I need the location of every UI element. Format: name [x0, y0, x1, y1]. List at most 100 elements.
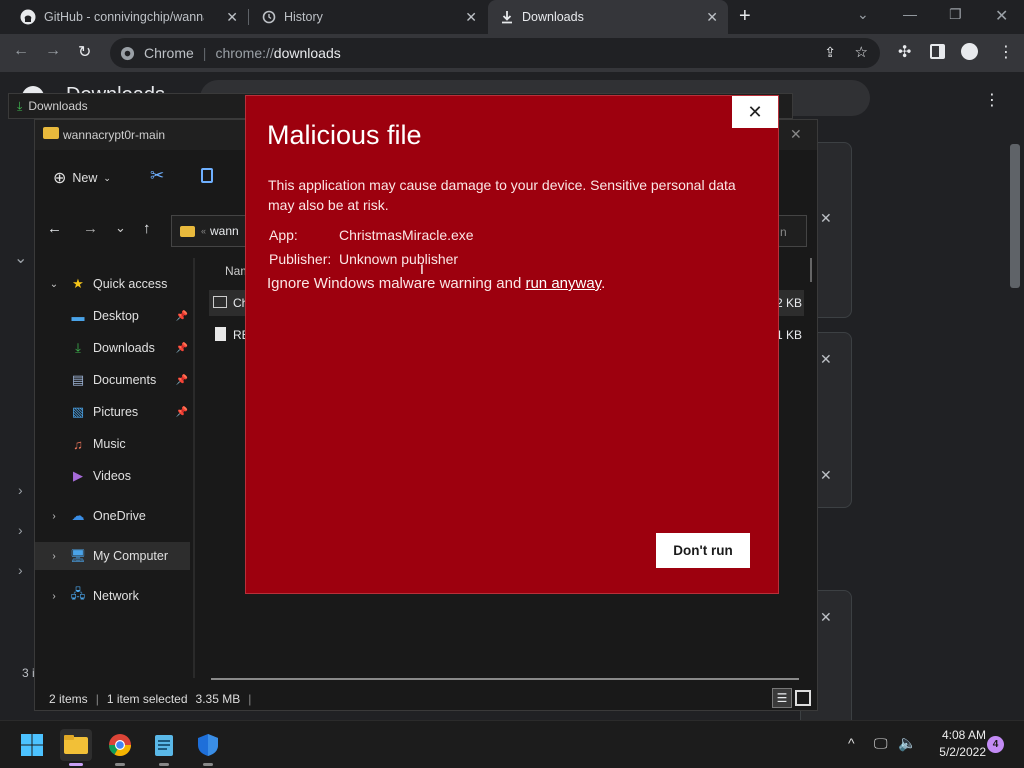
horizontal-scrollbar[interactable] [211, 678, 799, 680]
explorer-search-input[interactable]: n [775, 215, 807, 247]
file-explorer-taskbar-icon[interactable] [60, 729, 92, 766]
bookmark-star-icon[interactable]: ☆ [855, 43, 868, 61]
folder-icon [43, 127, 59, 139]
recent-locations-icon[interactable]: ⌄ [115, 220, 126, 236]
volume-icon[interactable]: 🔈 [898, 734, 917, 752]
menu-kebab-icon[interactable]: ⋮ [998, 42, 1014, 62]
dialog-close-button[interactable]: ✕ [732, 96, 778, 128]
chevron-up-icon[interactable]: ^ [848, 735, 855, 751]
close-tab-icon[interactable]: ✕ [226, 9, 238, 26]
omnibox-url-path: downloads [273, 45, 341, 61]
chevron-right-icon: › [52, 550, 56, 562]
pin-icon[interactable]: 📌 [176, 375, 188, 386]
back-icon[interactable]: ← [13, 42, 29, 60]
reload-icon[interactable]: ↻ [78, 42, 91, 62]
tab-label: Downloads [522, 10, 584, 24]
tab-history[interactable]: History ✕ [250, 0, 487, 34]
forward-icon[interactable]: → [83, 220, 98, 237]
address-bar[interactable]: Chrome | chrome:// downloads ⇪ ☆ [110, 38, 880, 68]
nav-onedrive[interactable]: › ☁ OneDrive [35, 502, 190, 530]
security-shield-taskbar-icon[interactable] [192, 729, 224, 766]
pin-icon[interactable]: 📌 [176, 343, 188, 354]
share-icon[interactable]: ⇪ [824, 44, 836, 61]
cloud-icon: ☁ [71, 508, 85, 523]
dont-run-button[interactable]: Don't run [656, 533, 750, 568]
collapse-icon[interactable]: ⌄ [14, 248, 27, 268]
nav-desktop[interactable]: ▬ Desktop 📌 [35, 302, 190, 330]
downloads-menu-icon[interactable]: ⋮ [984, 90, 1000, 110]
nav-music[interactable]: ♫ Music [35, 430, 190, 458]
tab-label: GitHub - connivingchip/wannacr [44, 10, 204, 24]
chrome-taskbar-icon[interactable] [104, 729, 136, 766]
side-panel-icon[interactable] [930, 44, 945, 59]
download-icon [502, 11, 512, 24]
run-anyway-link[interactable]: run anyway [525, 275, 601, 292]
window-title: wannacrypt0r-main [63, 128, 166, 142]
tab-github[interactable]: GitHub - connivingchip/wannacr ✕ [8, 0, 248, 34]
tab-search-icon[interactable]: ⌄ [857, 6, 869, 23]
up-icon[interactable]: ↑ [143, 220, 151, 237]
new-tab-icon[interactable]: + [739, 5, 751, 28]
close-tab-icon[interactable]: ✕ [465, 9, 477, 26]
remove-download-icon[interactable]: ✕ [820, 351, 832, 368]
status-size: 3.35 MB [195, 692, 241, 706]
remove-download-icon[interactable]: ✕ [820, 609, 832, 626]
picture-icon: ▧ [71, 404, 85, 419]
star-icon: ★ [72, 276, 84, 291]
expand-icon[interactable]: › [18, 482, 23, 498]
extensions-icon[interactable]: ✣ [898, 42, 911, 62]
back-icon[interactable]: ← [47, 220, 62, 237]
nav-label: Videos [93, 469, 131, 483]
pane-splitter[interactable] [193, 258, 195, 678]
network-icon[interactable]: 🖵 [874, 735, 888, 752]
dialog-ignore-line: Ignore Windows malware warning and run a… [267, 275, 605, 292]
minimize-icon[interactable]: — [903, 6, 917, 22]
nav-network[interactable]: › 🖧 Network [35, 582, 190, 610]
vertical-scrollbar[interactable] [810, 258, 812, 282]
forward-icon[interactable]: → [45, 42, 61, 60]
nav-my-computer[interactable]: › 🖥 My Computer [35, 542, 190, 570]
ignore-suffix: . [601, 275, 606, 292]
expand-icon[interactable]: › [18, 522, 23, 538]
nav-downloads[interactable]: ⤓ Downloads 📌 [35, 334, 190, 362]
new-button[interactable]: ⊕ New ⌄ [53, 168, 111, 188]
tab-downloads[interactable]: Downloads ✕ [488, 0, 728, 34]
close-window-icon[interactable]: ✕ [790, 126, 802, 143]
nav-documents[interactable]: ▤ Documents 📌 [35, 366, 190, 394]
cut-icon[interactable]: ✂ [150, 166, 164, 186]
notepad-taskbar-icon[interactable] [148, 729, 180, 766]
clock[interactable]: 4:08 AM 5/2/2022 [924, 727, 986, 761]
nav-label: Music [93, 437, 126, 451]
notification-badge[interactable]: 4 [987, 736, 1004, 753]
tiles-view-icon[interactable] [795, 690, 811, 706]
active-indicator [69, 763, 83, 766]
details-view-icon[interactable]: ☰ [772, 688, 792, 708]
profile-avatar-icon[interactable] [961, 43, 978, 60]
expand-icon[interactable]: › [18, 562, 23, 578]
nav-label: Documents [93, 373, 157, 387]
pin-icon[interactable]: 📌 [176, 407, 188, 418]
nav-quick-access[interactable]: ⌄ ★ Quick access [35, 270, 190, 298]
computer-icon: 🖥 [69, 548, 87, 563]
github-icon [20, 9, 36, 25]
nav-label: My Computer [93, 549, 169, 563]
chevron-right-icon: › [52, 510, 56, 522]
remove-download-icon[interactable]: ✕ [820, 210, 832, 227]
close-tab-icon[interactable]: ✕ [706, 9, 718, 26]
remove-download-icon[interactable]: ✕ [820, 467, 832, 484]
restore-icon[interactable]: ❐ [949, 6, 962, 23]
add-circle-icon: ⊕ [53, 170, 67, 187]
nav-videos[interactable]: ▶ Videos [35, 462, 190, 490]
running-indicator [115, 763, 125, 766]
explorer-address-bar[interactable]: « wann [171, 215, 247, 247]
start-icon[interactable] [16, 729, 48, 761]
copy-icon[interactable] [201, 168, 213, 183]
nav-label: Network [93, 589, 139, 603]
omnibox-site-chip: Chrome [144, 45, 194, 61]
nav-pictures[interactable]: ▧ Pictures 📌 [35, 398, 190, 426]
dialog-title: Malicious file [267, 120, 422, 150]
dialog-publisher-row: Publisher: Unknown publisher [269, 251, 458, 267]
pin-icon[interactable]: 📌 [176, 311, 188, 322]
page-scrollbar[interactable] [1010, 144, 1020, 288]
close-window-icon[interactable]: ✕ [995, 6, 1008, 26]
